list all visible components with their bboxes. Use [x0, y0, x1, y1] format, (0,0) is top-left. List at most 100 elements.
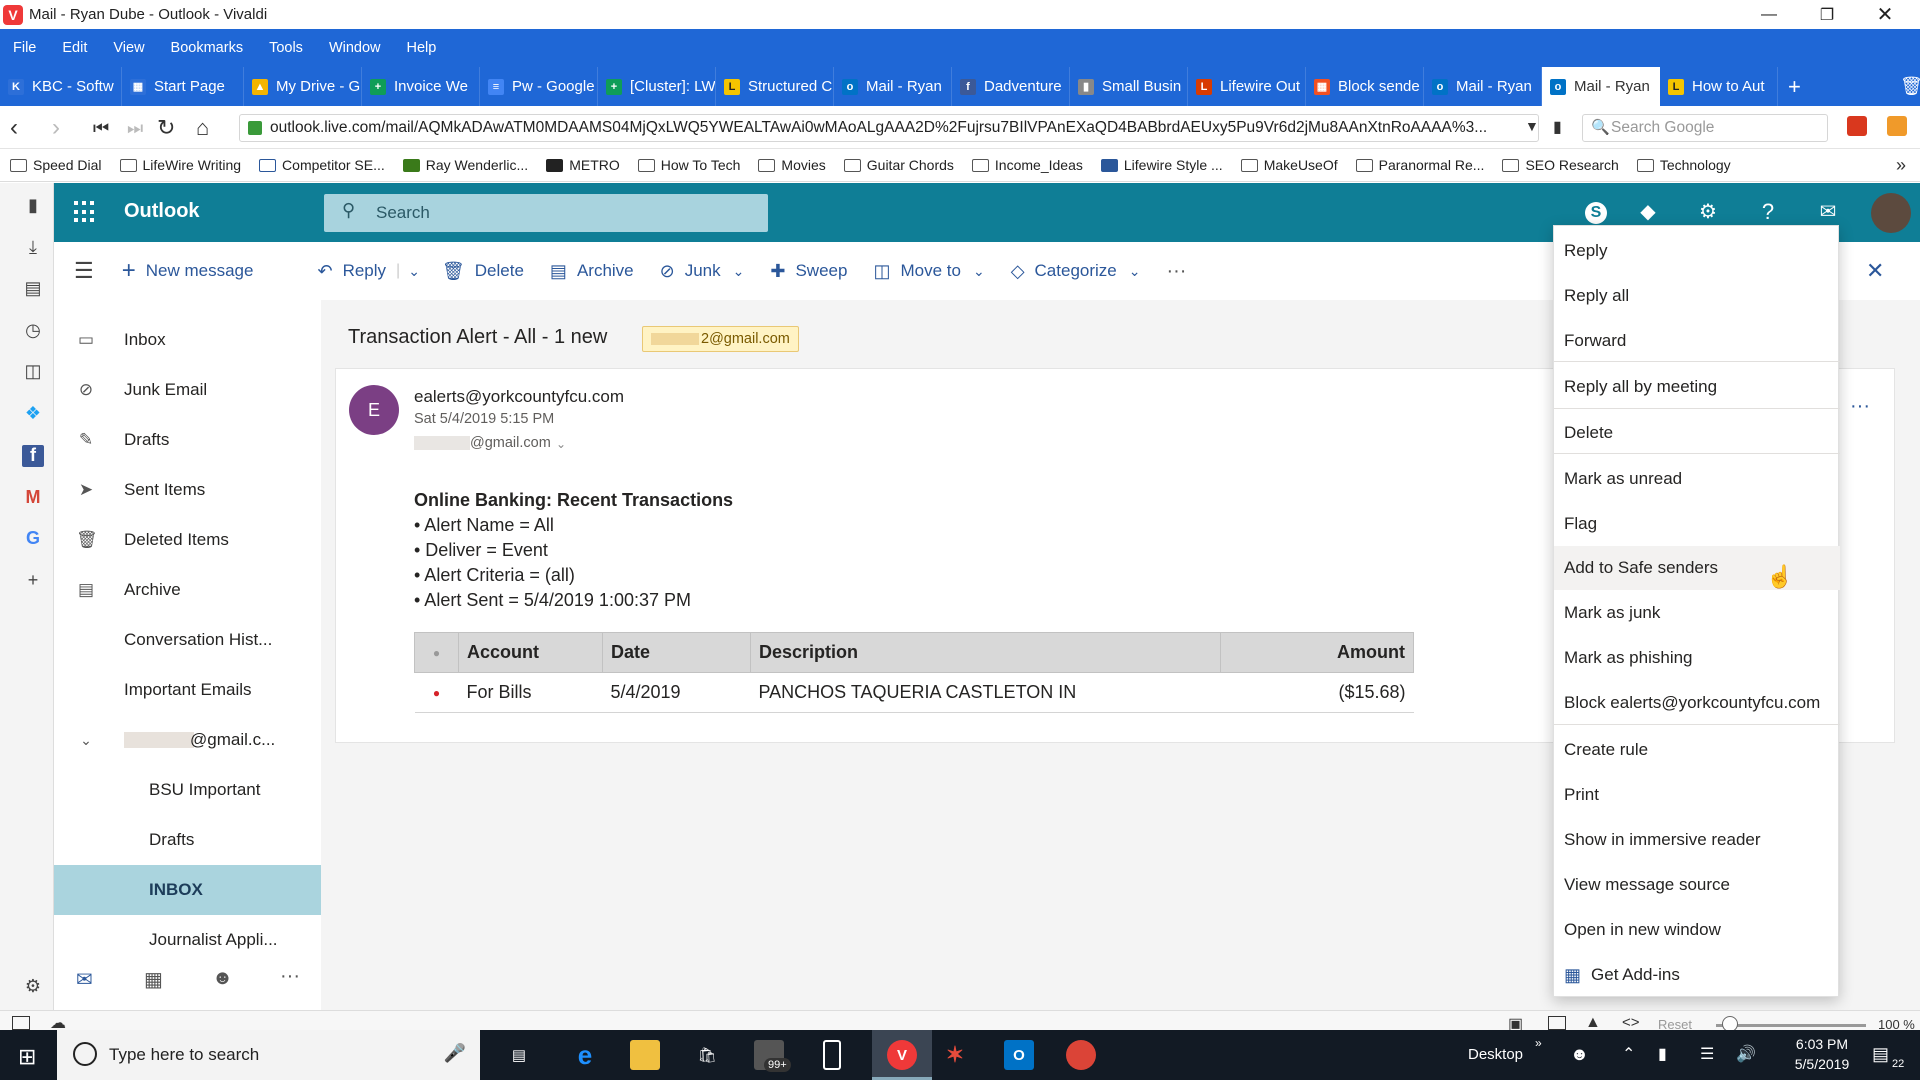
premium-diamond-icon[interactable]: ◆	[1635, 199, 1661, 225]
bookmark-item[interactable]: Income_Ideas	[971, 157, 1083, 173]
page-actions-icon[interactable]: <>	[1622, 1014, 1640, 1031]
tiling-icon[interactable]	[1548, 1016, 1566, 1030]
menu-item-delete[interactable]: Delete	[1554, 411, 1840, 455]
new-message-button[interactable]: + New message	[122, 257, 254, 285]
desktop-toolbar[interactable]: Desktop	[1468, 1046, 1523, 1063]
fastforward-icon[interactable]: ⏭	[127, 118, 143, 139]
menu-window[interactable]: Window	[329, 40, 381, 56]
add-panel-icon[interactable]: +	[22, 570, 44, 592]
chevron-down-icon[interactable]: ⌄	[408, 263, 420, 280]
tab[interactable]: ▲ My Drive - G	[244, 67, 362, 106]
close-icon[interactable]: ✕	[1856, 0, 1914, 29]
window-panel-icon[interactable]: ◫	[22, 361, 44, 383]
menu-item-reply[interactable]: Reply	[1554, 229, 1840, 273]
categorize-button[interactable]: ◇ Categorize ⌄	[1011, 261, 1141, 282]
outlook-brand[interactable]: Outlook	[124, 200, 200, 223]
tab[interactable]: K KBC - Softw	[0, 67, 122, 106]
tab-active[interactable]: o Mail - Ryan	[1542, 67, 1660, 106]
bookmarks-overflow-icon[interactable]: »	[1896, 155, 1906, 176]
bookmark-item[interactable]: Guitar Chords	[843, 157, 954, 173]
menu-item-flag[interactable]: Flag	[1554, 502, 1840, 546]
menu-item-immersive-reader[interactable]: Show in immersive reader	[1554, 818, 1840, 862]
menu-item-reply-all[interactable]: Reply all	[1554, 274, 1840, 318]
folder-drafts[interactable]: ✎ Drafts	[54, 415, 321, 465]
bookmark-item[interactable]: Technology	[1636, 157, 1731, 173]
panel-toggle-icon[interactable]	[12, 1016, 30, 1030]
forward-icon[interactable]: ›	[52, 114, 60, 142]
vivaldi-taskbar-button[interactable]: V	[872, 1030, 932, 1080]
reply-button[interactable]: ↶ Reply	[317, 261, 386, 282]
people-icon[interactable]: ☻	[212, 967, 233, 990]
windows-start-icon[interactable]: ⊞	[18, 1044, 36, 1070]
tab[interactable]: ▮ Small Busin	[1070, 67, 1188, 106]
gmail-icon[interactable]: M	[22, 487, 44, 509]
tab[interactable]: ▦ Block sende	[1306, 67, 1424, 106]
menu-item-add-to-safe-senders[interactable]: Add to Safe senders	[1554, 546, 1840, 590]
clock-time[interactable]: 6:03 PM	[1794, 1036, 1850, 1052]
bookmark-item[interactable]: LifeWire Writing	[119, 157, 241, 173]
menu-item-get-add-ins[interactable]: ▦ Get Add-ins	[1554, 953, 1840, 997]
back-icon[interactable]: ‹	[10, 114, 18, 142]
search-engine-field[interactable]: 🔍 Search Google	[1582, 114, 1828, 142]
folder-sub-drafts[interactable]: Drafts	[54, 815, 321, 865]
menu-edit[interactable]: Edit	[62, 40, 87, 56]
more-options-icon[interactable]: ···	[1166, 260, 1186, 283]
folder-important-emails[interactable]: Important Emails	[54, 665, 321, 715]
phone-icon[interactable]	[823, 1040, 841, 1070]
google-icon[interactable]: G	[22, 528, 44, 550]
tab[interactable]: f Dadventure	[952, 67, 1070, 106]
clock-date[interactable]: 5/5/2019	[1786, 1056, 1858, 1072]
sweep-button[interactable]: ✚ Sweep	[770, 261, 847, 282]
avatar[interactable]	[1871, 193, 1911, 233]
folder-inbox[interactable]: ▭ Inbox	[54, 315, 321, 365]
folder-gmail-account[interactable]: ⌄ @gmail.c...	[54, 715, 321, 765]
bookmark-item[interactable]: Ray Wenderlic...	[402, 157, 528, 173]
zoom-slider[interactable]	[1716, 1024, 1866, 1027]
more-actions-icon[interactable]: ···	[1850, 395, 1870, 418]
downloads-panel-icon[interactable]: ⤓	[22, 237, 44, 259]
folder-junk-email[interactable]: ⊘ Junk Email	[54, 365, 321, 415]
bookmark-item[interactable]: Paranormal Re...	[1355, 157, 1484, 173]
extension-icon[interactable]	[1887, 116, 1907, 136]
menu-item-mark-as-phishing[interactable]: Mark as phishing	[1554, 636, 1840, 680]
trash-tab-button[interactable]: 🗑	[1892, 67, 1920, 106]
tab[interactable]: + [Cluster]: LW	[598, 67, 716, 106]
history-panel-icon[interactable]: ◷	[22, 320, 44, 342]
bookmark-item[interactable]: Competitor SE...	[259, 157, 385, 173]
home-icon[interactable]: ⌂	[196, 115, 209, 141]
menu-item-forward[interactable]: Forward	[1554, 319, 1840, 363]
menu-tools[interactable]: Tools	[269, 40, 303, 56]
menu-item-create-rule[interactable]: Create rule	[1554, 728, 1840, 772]
dropdown-icon[interactable]: ▼	[1525, 118, 1539, 134]
folder-sent-items[interactable]: ➤ Sent Items	[54, 465, 321, 515]
menu-bookmarks[interactable]: Bookmarks	[171, 40, 244, 56]
task-view-icon[interactable]: ▤	[504, 1040, 534, 1070]
help-icon[interactable]: ?	[1755, 199, 1781, 225]
settings-icon[interactable]: ⚙	[1695, 199, 1721, 225]
settings-gear-icon[interactable]: ⚙	[22, 976, 44, 998]
store-icon[interactable]: 🛍	[692, 1040, 722, 1070]
archive-button[interactable]: ▤ Archive	[550, 261, 634, 282]
reload-icon[interactable]: ↻	[157, 115, 175, 141]
menu-item-view-source[interactable]: View message source	[1554, 863, 1840, 907]
menu-item-reply-all-by-meeting[interactable]: Reply all by meeting	[1554, 365, 1840, 409]
restore-icon[interactable]: ❐	[1798, 0, 1856, 29]
app-icon[interactable]: ✶	[940, 1040, 970, 1070]
bookmark-item[interactable]: SEO Research	[1502, 157, 1619, 173]
tab[interactable]: + Invoice We	[362, 67, 480, 106]
tray-chevron-icon[interactable]: ⌃	[1622, 1044, 1635, 1064]
calendar-icon[interactable]: ▦	[144, 967, 163, 992]
mail-search-input[interactable]: ⚲ Search	[324, 194, 768, 232]
bookmark-icon[interactable]: ▮	[1553, 117, 1562, 137]
menu-view[interactable]: View	[113, 40, 144, 56]
menu-item-print[interactable]: Print	[1554, 773, 1840, 817]
close-reading-icon[interactable]: ✕	[1866, 258, 1884, 284]
tab[interactable]: L Structured C	[716, 67, 834, 106]
wifi-icon[interactable]: ☰	[1700, 1044, 1714, 1064]
tab[interactable]: L Lifewire Out	[1188, 67, 1306, 106]
tab[interactable]: ≡ Pw - Google	[480, 67, 598, 106]
bookmark-item[interactable]: MakeUseOf	[1240, 157, 1338, 173]
battery-icon[interactable]: ▮	[1658, 1044, 1667, 1064]
minimize-icon[interactable]: —	[1740, 0, 1798, 29]
folder-conversation-history[interactable]: Conversation Hist...	[54, 615, 321, 665]
